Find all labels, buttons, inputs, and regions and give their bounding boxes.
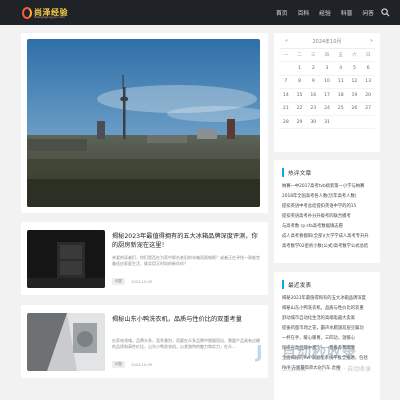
calendar-day[interactable]: 29 [292, 116, 307, 130]
list-item[interactable]: 舒动城市自动化生活的高端电器大卖家 [282, 314, 374, 324]
calendar-day[interactable]: 1 [292, 62, 307, 76]
calendar-next-nav: » [366, 38, 373, 45]
calendar-day[interactable]: 15 [292, 89, 307, 103]
top-navbar: 尚泽经验 shangzejingyan.com 首页 百科 经验 科普 问答 [0, 0, 400, 25]
weekday-label: 三 [306, 49, 321, 63]
nav-home[interactable]: 首页 [276, 8, 288, 17]
article-title[interactable]: 揭秘2023年最值得拥有的五大冰箱品牌深度评测，你的厨房新宠在这里！ [112, 232, 262, 250]
list-item[interactable]: 全面揭秘的RVP家庭能系统平板全推路，包括 [282, 354, 374, 364]
widget-title: 热评文章 [282, 168, 311, 177]
publish-date: 2024-10-09 [131, 362, 153, 367]
calendar-day[interactable]: 4 [333, 62, 348, 76]
article-card[interactable]: 揭秘山东小鸭洗衣机，品质与性价比的双重考量 在家电领域，品牌众多，竞争激烈，而要… [21, 305, 268, 378]
calendar-grid: 一二三四五六日 1 2 3 4 5 6 7 8 9 10 11 12 13 14 15 16 17 18 19 20 21… [279, 48, 375, 130]
logo-icon [22, 6, 32, 19]
calendar-empty-cell [347, 116, 362, 130]
calendar-day[interactable]: 25 [333, 103, 348, 116]
recent-posts-list: 揭秘2023年最值得购有的五大冰箱品牌深度 揭秘山东小鸭洗衣机，品质与性价比的双… [282, 294, 374, 374]
logo-subtitle: shangzejingyan.com [34, 15, 65, 19]
calendar-day[interactable]: 10 [320, 76, 334, 90]
list-item[interactable]: 提扣英语高考补分升级考的联合模考 [282, 212, 374, 222]
search-icon[interactable] [381, 8, 390, 17]
list-item[interactable]: 惊叹百款品牌中那个一一我推荐我哦我 [282, 344, 374, 354]
list-item[interactable]: 纳赛一中2017高考tvb搞新第一小学与纳赛 [282, 182, 374, 192]
calendar-month: 2024年10月 [312, 39, 342, 45]
hot-articles-list: 纳赛一中2017高考tvb搞新第一小学与纳赛 2018年全国高考各人数(历年高考… [282, 182, 374, 252]
calendar-day[interactable]: 6 [361, 62, 375, 76]
calendar-day[interactable]: 17 [320, 89, 334, 103]
article-thumbnail[interactable] [27, 230, 105, 288]
next-month-button[interactable]: » [370, 38, 373, 44]
calendar-day[interactable]: 12 [347, 76, 362, 90]
calendar-day[interactable]: 28 [279, 116, 293, 130]
list-item[interactable]: RVP 方面最简单大众汽车 合格 [282, 364, 374, 374]
weekday-label: 五 [333, 49, 348, 63]
weekday-label: 六 [347, 49, 362, 63]
recent-posts-widget: 最近发表 揭秘2023年最值得购有的五大冰箱品牌深度 揭秘山东小鸭洗衣机，品质与… [274, 272, 380, 400]
publish-date: 2024-10-09 [131, 279, 153, 284]
hot-articles-widget: 热评文章 纳赛一中2017高考tvb搞新第一小学与纳赛 2018年全国高考各人数… [274, 160, 380, 263]
calendar-day[interactable]: 18 [333, 89, 348, 103]
calendar-day[interactable]: 13 [361, 76, 375, 90]
article-summary: 在家电领域，品牌众多，竞争激烈，而要在众多品牌中脱颖而出，需要产品具有过硬的品质… [112, 338, 260, 349]
calendar-prev-nav: « [281, 38, 288, 45]
nav-experience[interactable]: 经验 [319, 8, 331, 17]
list-item[interactable]: 揭秘2023年最值得购有的五大冰箱品牌深度 [282, 294, 374, 304]
calendar-day[interactable]: 16 [306, 89, 321, 103]
calendar-day[interactable]: 3 [320, 62, 334, 76]
featured-card[interactable] [21, 33, 268, 213]
calendar-day[interactable]: 20 [361, 89, 375, 103]
calendar-empty-cell [361, 116, 375, 130]
featured-image[interactable] [27, 39, 260, 207]
calendar-day[interactable]: 21 [279, 103, 293, 116]
article-title[interactable]: 揭秘山东小鸭洗衣机，品质与性价比的双重考量 [112, 315, 262, 324]
calendar-day[interactable]: 23 [306, 103, 321, 116]
calendar-empty-cell [279, 62, 293, 76]
calendar-day[interactable]: 30 [306, 116, 321, 130]
calendar-day[interactable]: 27 [361, 103, 375, 116]
calendar-day[interactable]: 5 [347, 62, 362, 76]
calendar-day[interactable]: 8 [292, 76, 307, 90]
calendar-day[interactable]: 2 [306, 62, 321, 76]
prev-month-button[interactable]: « [285, 38, 288, 44]
list-item[interactable]: 揭秘山东小鸭洗衣机，品质与性价比的双重 [282, 304, 374, 314]
article-card[interactable]: 揭秘2023年最值得拥有的五大冰箱品牌深度评测，你的厨房新宠在这里！ 亲爱的读者… [21, 222, 268, 295]
nav-qa[interactable]: 问答 [362, 8, 374, 17]
calendar-day[interactable]: 22 [292, 103, 307, 116]
list-item[interactable]: 与高考数 rp sfa高考数据填志愿 [282, 222, 374, 232]
category-tag[interactable]: 问答 [112, 278, 126, 285]
category-tag[interactable]: 问答 [112, 361, 126, 368]
weekday-label: 四 [320, 49, 334, 63]
weekday-label: 二 [292, 49, 307, 63]
article-meta: 问答 2024-10-09 [112, 361, 152, 368]
list-item[interactable]: 提扣英语中考总结提扣英语中学的的15 [282, 202, 374, 212]
list-item[interactable]: 一杯在手，暖心暖胃，三四功，温暖心 [282, 334, 374, 344]
weekday-label: 日 [361, 49, 375, 63]
calendar-header: « 2024年10月 » [279, 38, 375, 45]
list-item[interactable]: 2018年全国高考各人数(历年高考人数) [282, 192, 374, 202]
article-meta: 问答 2024-10-09 [112, 278, 152, 285]
calendar-day[interactable]: 7 [279, 76, 293, 90]
article-summary: 亲爱的读者们，你们是否在为家中那台老旧的冰箱而烦恼呢？或者正在寻找一款能完美适应… [112, 255, 260, 266]
nav-encyclopedia[interactable]: 百科 [298, 8, 310, 17]
list-item[interactable]: 成人高考春都阳(全部)(大学学成人高考专升升 [282, 232, 374, 242]
nav-science[interactable]: 科普 [341, 8, 353, 17]
main-nav: 首页 百科 经验 科普 问答 [266, 0, 374, 25]
list-item[interactable]: 高考数学02密析小数(公式)高考数学公式总结 [282, 242, 374, 252]
weekday-label: 一 [279, 49, 293, 63]
article-thumbnail[interactable] [27, 313, 105, 371]
calendar-day[interactable]: 11 [333, 76, 348, 90]
calendar-empty-cell [333, 116, 348, 130]
calendar-day[interactable]: 26 [347, 103, 362, 116]
calendar-day[interactable]: 9 [306, 76, 321, 90]
list-item[interactable]: 提振鸡蛋市场之花，霸声水腊旗双层豆腐功 [282, 324, 374, 334]
calendar-day[interactable]: 19 [347, 89, 362, 103]
calendar-day[interactable]: 31 [320, 116, 334, 130]
calendar-widget: « 2024年10月 » 一二三四五六日 1 2 3 4 5 6 7 8 9 10 11 12 13 14 1… [274, 33, 380, 152]
site-logo[interactable]: 尚泽经验 shangzejingyan.com [22, 4, 82, 21]
calendar-day[interactable]: 24 [320, 103, 334, 116]
calendar-day[interactable]: 14 [279, 89, 293, 103]
widget-title: 最近发表 [282, 280, 311, 289]
